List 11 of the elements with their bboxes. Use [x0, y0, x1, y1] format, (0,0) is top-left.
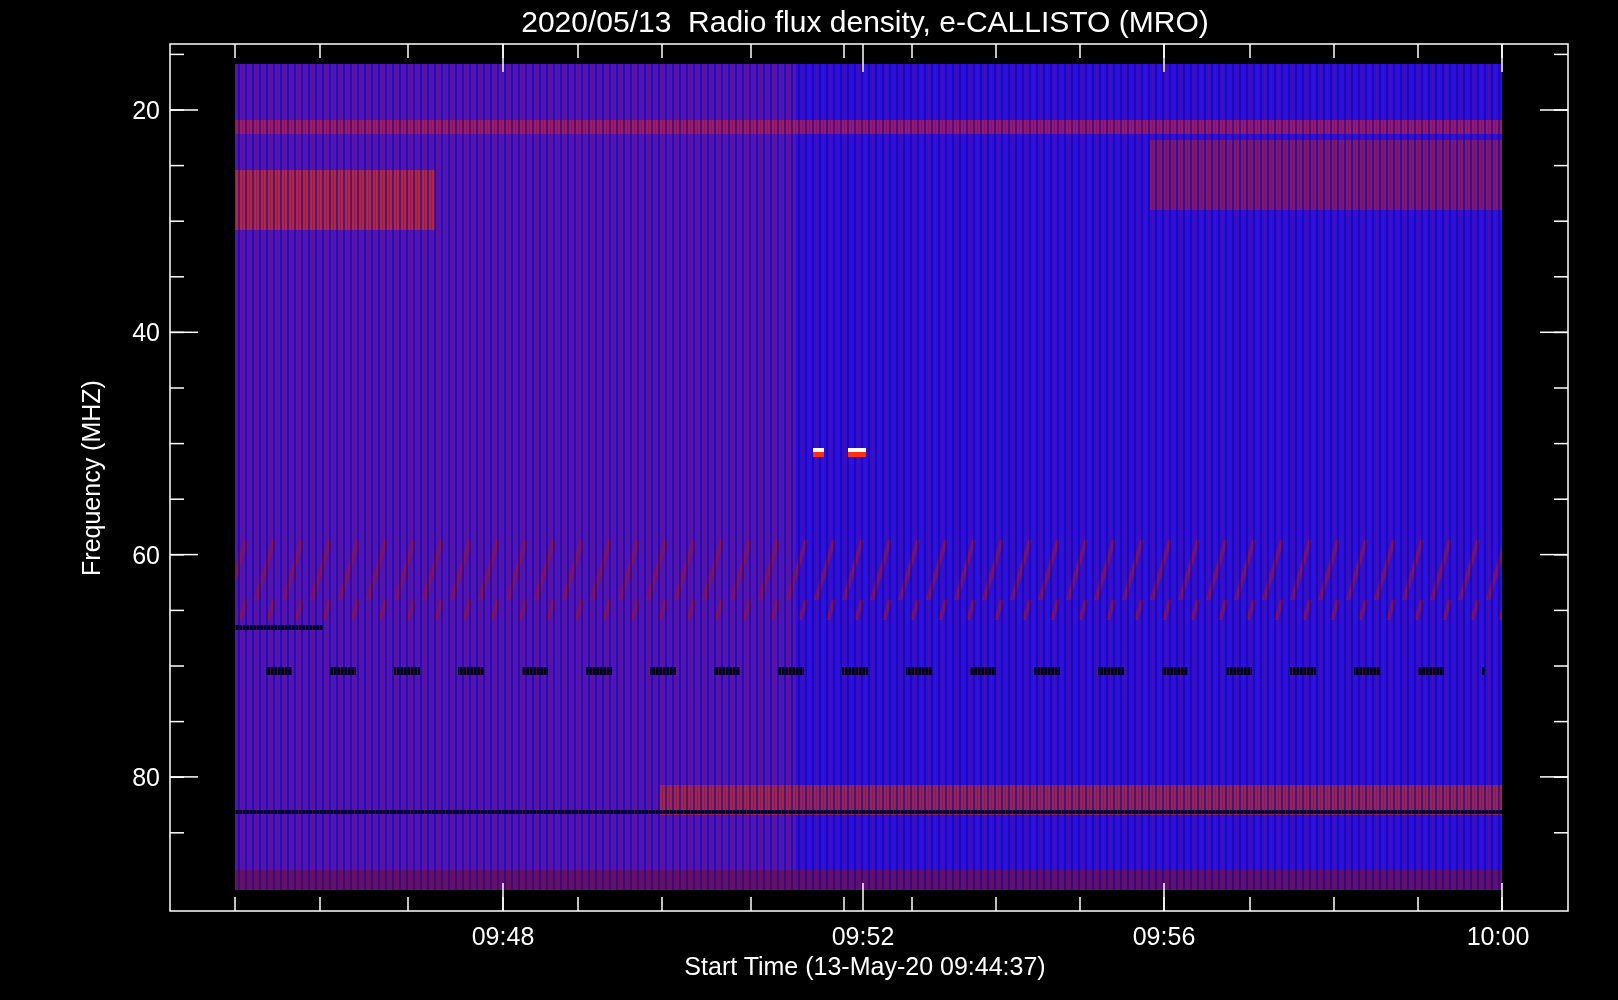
y-tick-label: 60 [132, 540, 160, 569]
y-tick-label: 80 [132, 762, 160, 791]
x-tick-label: 10:00 [1466, 922, 1530, 950]
x-tick-label: 09:56 [1132, 922, 1196, 950]
y-tick-label: 40 [132, 318, 160, 347]
x-axis-label: Start Time (13-May-20 09:44:37) [684, 952, 1046, 980]
x-tick-label: 09:52 [831, 922, 895, 950]
x-tick-label: 09:48 [471, 922, 535, 950]
y-tick-label: 20 [132, 96, 160, 124]
chart-title: 2020/05/13 Radio flux density, e-CALLISTO (MRO) [521, 5, 1209, 38]
y-axis-label: Frequency (MHZ) [77, 380, 105, 576]
